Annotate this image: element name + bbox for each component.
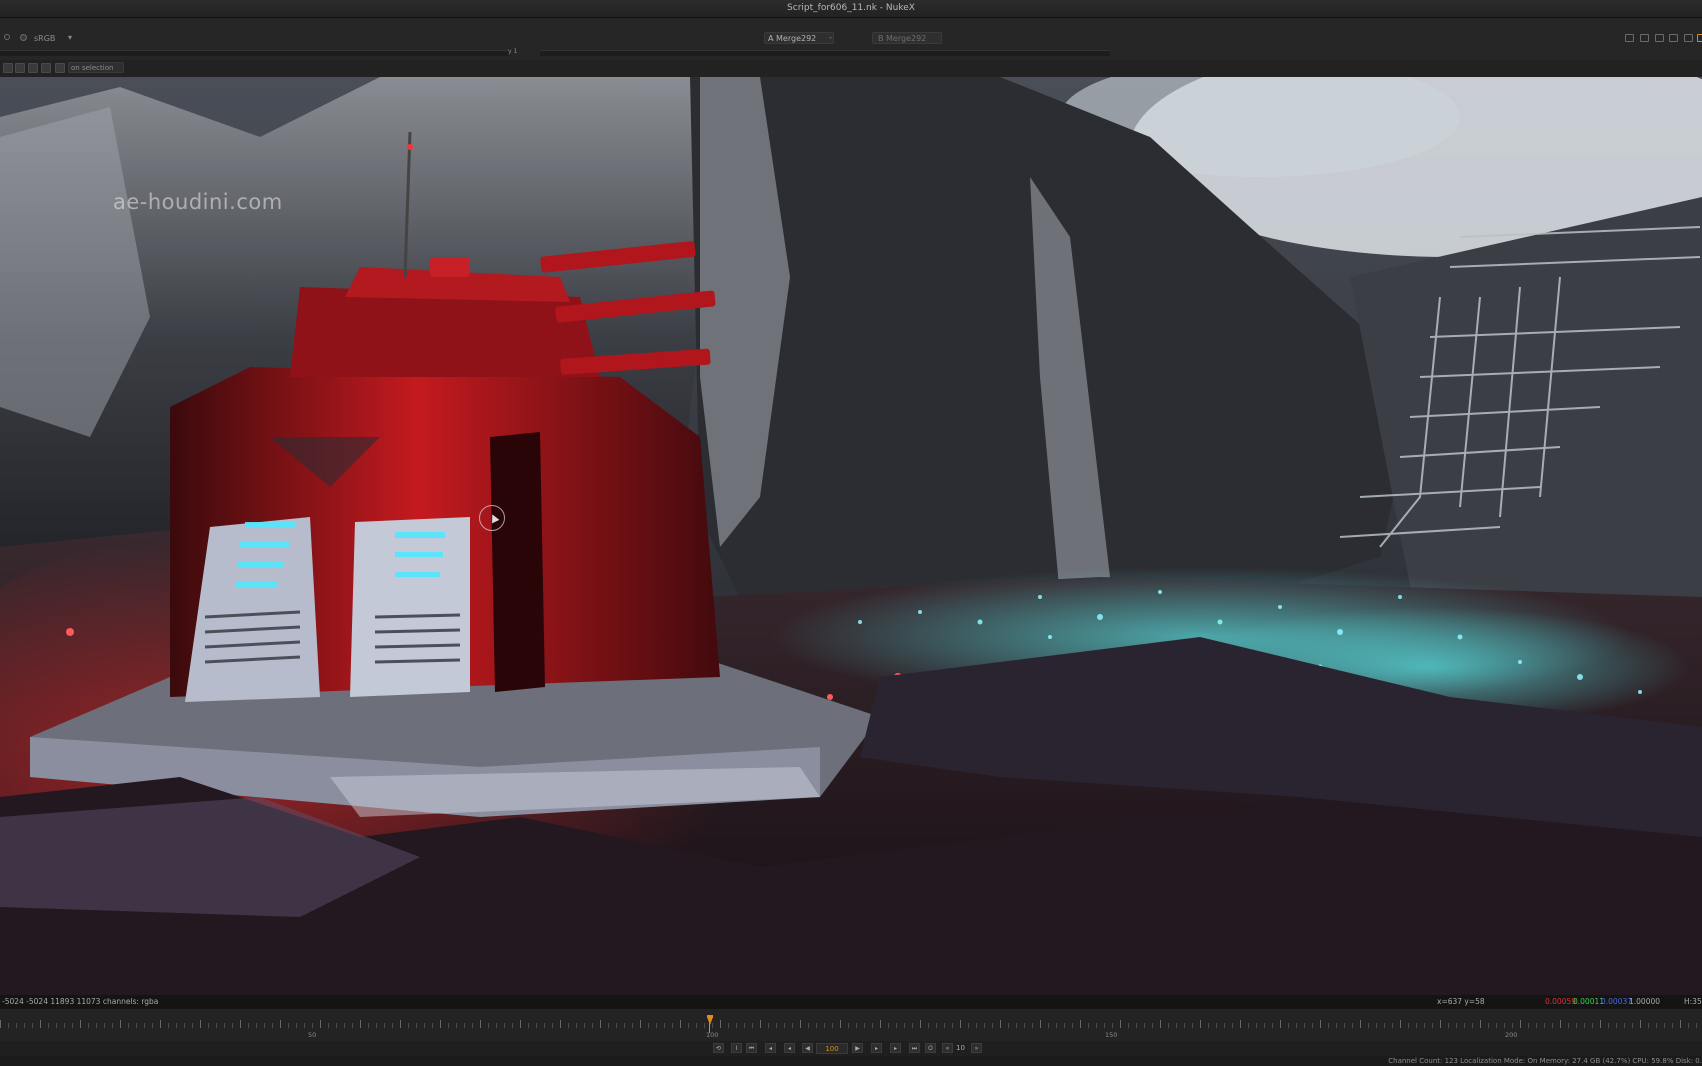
gain-slider[interactable]: [0, 50, 510, 56]
viewer-toolbar: sRGB ▾ A Merge292 - B Merge292 y 1: [0, 18, 1702, 60]
rendered-frame: [0, 77, 1702, 995]
format-info: -5024 -5024 11893 11073 channels: rgba: [2, 997, 159, 1006]
alpha-value: 1.00000: [1629, 997, 1661, 1006]
gamma-slider[interactable]: [540, 50, 1110, 56]
compare-button[interactable]: [41, 63, 51, 73]
status-bar: Channel Count: 123 Localization Mode: On…: [0, 1056, 1702, 1066]
playhead-line: [709, 1023, 710, 1033]
mouse-cursor-icon: [479, 505, 505, 531]
timeline[interactable]: 50 100 150 200: [0, 1009, 1702, 1041]
current-frame-field[interactable]: 100: [816, 1043, 848, 1054]
channels-icon[interactable]: [4, 34, 10, 40]
title-bar: Script_for606_11.nk - NukeX: [0, 0, 1702, 18]
status-text: Channel Count: 123 Localization Mode: On…: [1388, 1057, 1702, 1065]
red-value: 0.00059: [1545, 997, 1577, 1006]
green-value: 0.00011: [1573, 997, 1605, 1006]
input-a-label: A Merge292: [768, 34, 817, 43]
prev-frame-button[interactable]: ◂: [784, 1043, 795, 1053]
roi-toggle-button[interactable]: [55, 63, 65, 73]
tick-label: 200: [1505, 1031, 1518, 1039]
viewer-toolbar-secondary: on selection: [0, 60, 1702, 77]
out-point-button[interactable]: O: [925, 1043, 936, 1053]
gamma-label: y 1: [508, 48, 518, 55]
skip-back-button[interactable]: «: [942, 1043, 953, 1053]
transport-controls: ⟲ I ⏮ ◂ ◂ ◀ 100 ▶ ▸ ▸ ⏭ O « 10 »: [0, 1041, 1702, 1056]
colorspace-select[interactable]: sRGB: [34, 34, 55, 43]
proxy-icon[interactable]: [1684, 34, 1693, 42]
play-forward-button[interactable]: ▶: [852, 1043, 863, 1053]
lut-icon[interactable]: [20, 34, 27, 41]
window-title: Script_for606_11.nk - NukeX: [787, 3, 915, 13]
render-icon[interactable]: [1697, 34, 1702, 42]
viewer-canvas[interactable]: ae-houdini.com: [0, 77, 1702, 995]
refresh-button[interactable]: [15, 63, 25, 73]
blue-value: 0.00037: [1601, 997, 1633, 1006]
watermark-text: ae-houdini.com: [113, 190, 283, 214]
safe-area-icon[interactable]: [1640, 34, 1649, 42]
next-keyframe-button[interactable]: ▸: [890, 1043, 901, 1053]
last-frame-button[interactable]: ⏭: [909, 1043, 920, 1053]
pause-button[interactable]: [3, 63, 13, 73]
play-backward-button[interactable]: ◀: [802, 1043, 813, 1053]
tick-label: 150: [1105, 1031, 1118, 1039]
next-frame-button[interactable]: ▸: [871, 1043, 882, 1053]
skip-forward-button[interactable]: »: [971, 1043, 982, 1053]
overlay-icon[interactable]: [1669, 34, 1678, 42]
colorspace-dropdown-arrow[interactable]: ▾: [68, 33, 72, 42]
hue-value: H:35: [1684, 997, 1702, 1006]
loop-mode-button[interactable]: ⟲: [713, 1043, 724, 1053]
wipe-icon[interactable]: [1655, 34, 1664, 42]
tick-label: 50: [308, 1031, 317, 1039]
compare-mode-select[interactable]: -: [829, 33, 832, 42]
pixel-coords: x=637 y=58: [1437, 997, 1485, 1006]
input-b-label: B Merge292: [878, 34, 927, 43]
prev-keyframe-button[interactable]: ◂: [765, 1043, 776, 1053]
roi-mode-label: on selection: [71, 64, 114, 72]
tick-label: 100: [706, 1031, 719, 1039]
in-point-button[interactable]: I: [731, 1043, 742, 1053]
viewer-info-bar: -5024 -5024 11893 11073 channels: rgba x…: [0, 995, 1702, 1009]
cache-button[interactable]: [28, 63, 38, 73]
frame-increment-field[interactable]: 10: [956, 1043, 968, 1054]
roi-icon[interactable]: [1625, 34, 1634, 42]
timeline-major-ticks: [0, 1020, 1702, 1028]
first-frame-button[interactable]: ⏮: [746, 1043, 757, 1053]
